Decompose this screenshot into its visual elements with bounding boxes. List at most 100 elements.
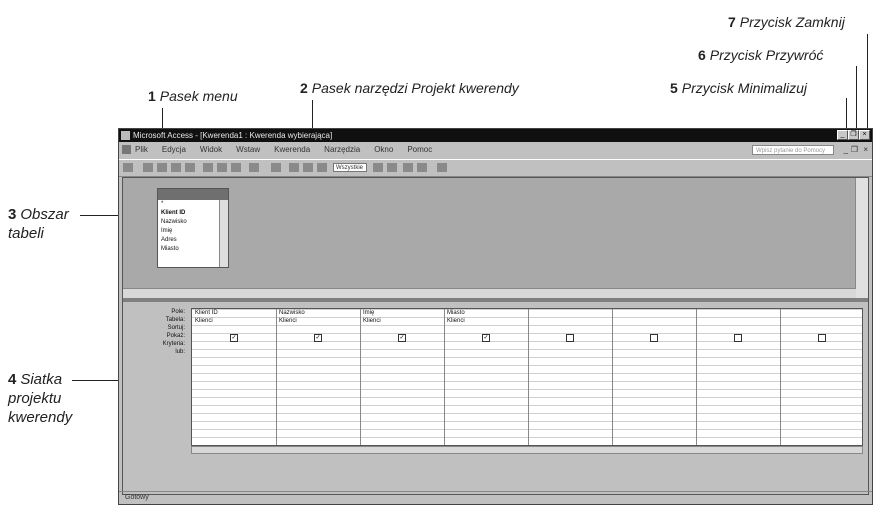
help-question-input[interactable]: Wpisz pytanie do Pomocy — [752, 145, 834, 155]
run-icon[interactable] — [289, 163, 299, 172]
grid-field-cell[interactable]: Klient ID — [195, 309, 218, 317]
grid-row-label: Tabela: — [165, 317, 185, 323]
callout-number: 2 — [300, 80, 308, 96]
table-field[interactable]: Miasto — [158, 245, 228, 254]
cut-icon[interactable] — [203, 163, 213, 172]
callout-text: Przycisk Zamknij — [739, 14, 845, 30]
grid-field-cell[interactable]: Imię — [363, 309, 374, 317]
undo-icon[interactable] — [249, 163, 259, 172]
table-area-vertical-scrollbar[interactable] — [855, 178, 868, 298]
show-table-icon[interactable] — [303, 163, 313, 172]
callout-number: 3 — [8, 206, 17, 223]
query-design-toolbar: Wszystkie — [119, 159, 872, 177]
callout-number: 1 — [148, 88, 156, 104]
table-field[interactable]: Klient ID — [158, 209, 228, 218]
query-design-grid-pane: Pole: Tabela: Sortuj: Pokaż: Kryteria: lub: K… — [123, 302, 868, 494]
table-title-bar[interactable] — [158, 189, 228, 200]
callout-number: 4 — [8, 371, 17, 388]
properties-icon[interactable] — [373, 163, 383, 172]
leader-line — [846, 98, 847, 130]
show-checkbox[interactable] — [734, 334, 742, 342]
database-window-icon[interactable] — [403, 163, 413, 172]
grid-column-divider[interactable] — [444, 309, 445, 445]
close-button[interactable]: × — [859, 130, 870, 140]
show-checkbox[interactable]: ✓ — [398, 334, 406, 342]
restore-button[interactable]: ❐ — [848, 130, 859, 140]
grid-horizontal-scrollbar[interactable] — [191, 446, 863, 454]
show-checkbox[interactable] — [650, 334, 658, 342]
grid-column-divider[interactable] — [612, 309, 613, 445]
window-title: Microsoft Access - [Kwerenda1 : Kwerenda… — [133, 131, 333, 140]
callout-text: Pasek narzędzi Projekt kwerendy — [311, 80, 519, 96]
field-list-scrollbar[interactable] — [219, 200, 228, 267]
table-area[interactable]: * Klient ID Nazwisko Imię Adres Miasto — [123, 178, 868, 299]
build-icon[interactable] — [387, 163, 397, 172]
new-object-icon[interactable] — [417, 163, 427, 172]
view-icon[interactable] — [123, 163, 133, 172]
leader-line — [856, 66, 857, 130]
doc-close-button[interactable]: × — [863, 145, 868, 154]
access-window: Microsoft Access - [Kwerenda1 : Kwerenda… — [118, 128, 873, 505]
callout-table-area: 3 Obszar tabeli — [8, 205, 98, 243]
grid-row-label: Pokaż: — [166, 333, 185, 339]
print-icon[interactable] — [171, 163, 181, 172]
callout-query-design-toolbar: 2 Pasek narzędzi Projekt kwerendy — [300, 80, 519, 96]
grid-column-divider[interactable] — [696, 309, 697, 445]
menu-item[interactable]: Okno — [374, 143, 393, 157]
help-icon[interactable] — [437, 163, 447, 172]
table-field-list[interactable]: * Klient ID Nazwisko Imię Adres Miasto — [157, 188, 229, 268]
show-checkbox[interactable]: ✓ — [230, 334, 238, 342]
save-icon[interactable] — [143, 163, 153, 172]
grid-table-cell[interactable]: Klienci — [363, 317, 381, 325]
query-type-icon[interactable] — [271, 163, 281, 172]
spelling-icon[interactable] — [185, 163, 195, 172]
paste-icon[interactable] — [231, 163, 241, 172]
table-field[interactable]: * — [158, 200, 228, 209]
grid-row-label: lub: — [175, 349, 185, 355]
table-field[interactable]: Nazwisko — [158, 218, 228, 227]
grid-table-cell[interactable]: Klienci — [447, 317, 465, 325]
grid-table-cell[interactable]: Klienci — [195, 317, 213, 325]
copy-icon[interactable] — [217, 163, 227, 172]
callout-number: 7 — [728, 14, 736, 30]
callout-minimize: 5 Przycisk Minimalizuj — [670, 80, 807, 96]
menu-item[interactable]: Wstaw — [236, 143, 260, 157]
show-checkbox[interactable] — [818, 334, 826, 342]
menu-item[interactable]: Narzędzia — [324, 143, 360, 157]
menu-item[interactable]: Widok — [200, 143, 222, 157]
grid-row-label: Kryteria: — [162, 341, 185, 347]
query-design-grid[interactable]: Klient ID Klienci ✓ Nazwisko Klienci ✓ Imię Kli… — [191, 308, 863, 446]
access-app-icon — [121, 131, 130, 140]
callout-query-grid: 4 Siatka projektu kwerendy — [8, 370, 98, 427]
callout-text: Przycisk Przywróć — [709, 47, 824, 63]
grid-field-cell[interactable]: Nazwisko — [279, 309, 305, 317]
leader-line — [867, 34, 868, 130]
grid-column-divider[interactable] — [528, 309, 529, 445]
grid-table-cell[interactable]: Klienci — [279, 317, 297, 325]
menu-item[interactable]: Edycja — [162, 143, 186, 157]
field-list: * Klient ID Nazwisko Imię Adres Miasto — [158, 200, 228, 254]
grid-column-divider[interactable] — [780, 309, 781, 445]
show-checkbox[interactable] — [566, 334, 574, 342]
grid-column-divider[interactable] — [360, 309, 361, 445]
show-checkbox[interactable]: ✓ — [482, 334, 490, 342]
menu-item[interactable]: Pomoc — [407, 143, 432, 157]
grid-row-labels: Pole: Tabela: Sortuj: Pokaż: Kryteria: lub: — [125, 308, 189, 356]
minimize-button[interactable]: _ — [837, 130, 848, 140]
doc-minimize-button[interactable]: _ — [844, 145, 848, 154]
totals-icon[interactable] — [317, 163, 327, 172]
doc-restore-button[interactable]: ❐ — [851, 145, 858, 154]
menu-item[interactable]: Plik — [135, 143, 148, 157]
callout-number: 6 — [698, 47, 706, 63]
query-design-window: * Klient ID Nazwisko Imię Adres Miasto Pole: T… — [122, 177, 869, 495]
callout-restore: 6 Przycisk Przywróć — [698, 47, 823, 63]
table-field[interactable]: Imię — [158, 227, 228, 236]
grid-field-cell[interactable]: Miasto — [447, 309, 465, 317]
show-checkbox[interactable]: ✓ — [314, 334, 322, 342]
callout-text: Przycisk Minimalizuj — [681, 80, 808, 96]
grid-column-divider[interactable] — [276, 309, 277, 445]
top-values-dropdown[interactable]: Wszystkie — [333, 163, 367, 172]
table-field[interactable]: Adres — [158, 236, 228, 245]
search-icon[interactable] — [157, 163, 167, 172]
menu-item[interactable]: Kwerenda — [274, 143, 310, 157]
